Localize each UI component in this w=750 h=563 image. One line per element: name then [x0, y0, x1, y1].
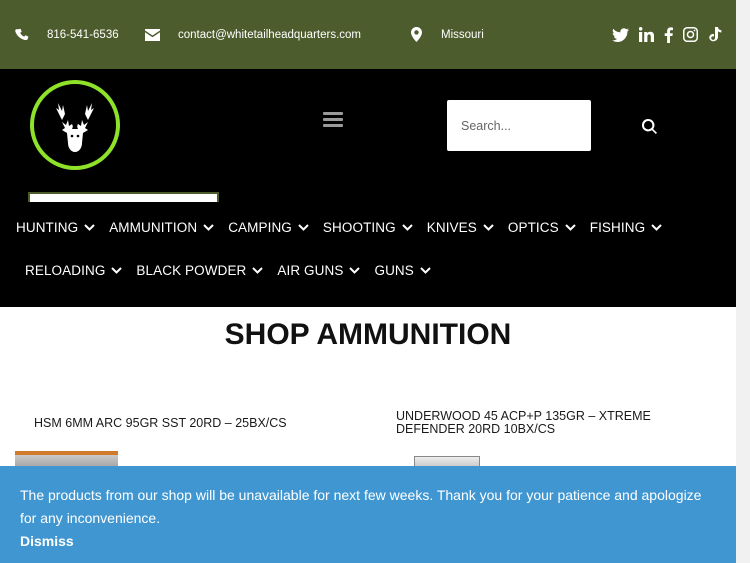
- nav-label[interactable]: GUNS: [374, 263, 413, 278]
- linkedin-icon[interactable]: [639, 27, 654, 42]
- nav-item-black-powder[interactable]: BLACK POWDER: [136, 263, 264, 278]
- twitter-icon[interactable]: [612, 27, 629, 42]
- chevron-down-icon[interactable]: [651, 224, 662, 231]
- chevron-down-icon[interactable]: [298, 224, 309, 231]
- nav-item-knives[interactable]: KNIVES: [427, 220, 494, 235]
- product-title[interactable]: UNDERWOOD 45 ACP+P 135GR – XTREME DEFEND…: [396, 410, 696, 436]
- chevron-down-icon[interactable]: [483, 224, 494, 231]
- nav-label[interactable]: RELOADING: [25, 263, 105, 278]
- instagram-icon[interactable]: [683, 27, 698, 42]
- nav-item-guns[interactable]: GUNS: [374, 263, 431, 278]
- nav-label[interactable]: AMMUNITION: [109, 220, 197, 235]
- chevron-down-icon[interactable]: [252, 267, 264, 274]
- product-title[interactable]: HSM 6MM ARC 95GR SST 20RD – 25BX/CS: [34, 417, 334, 430]
- nav-label[interactable]: OPTICS: [508, 220, 559, 235]
- hamburger-menu-icon[interactable]: [323, 112, 343, 128]
- tiktok-icon[interactable]: [708, 26, 722, 43]
- site-logo[interactable]: [30, 80, 120, 170]
- nav-label[interactable]: FISHING: [590, 220, 645, 235]
- notice-message: The products from our shop will be unava…: [20, 487, 702, 526]
- chevron-down-icon[interactable]: [402, 224, 413, 231]
- nav-item-air-guns[interactable]: AIR GUNS: [277, 263, 361, 278]
- header-divider: [28, 192, 219, 202]
- search-input[interactable]: [447, 100, 591, 151]
- nav-item-hunting[interactable]: HUNTING: [16, 220, 95, 235]
- nav-label[interactable]: KNIVES: [427, 220, 477, 235]
- scrollbar[interactable]: [736, 0, 750, 563]
- nav-label[interactable]: SHOOTING: [323, 220, 396, 235]
- top-contact-bar: 816-541-6536 contact@whitetailheadquarte…: [0, 0, 736, 69]
- nav-item-optics[interactable]: OPTICS: [508, 220, 576, 235]
- search-button[interactable]: [636, 114, 662, 138]
- site-header: HUNTING AMMUNITION CAMPING SHOOTING KNIV…: [0, 69, 736, 307]
- nav-item-camping[interactable]: CAMPING: [228, 220, 309, 235]
- nav-item-ammunition[interactable]: AMMUNITION: [109, 220, 214, 235]
- nav-label[interactable]: HUNTING: [16, 220, 78, 235]
- chevron-down-icon[interactable]: [203, 224, 214, 231]
- phone-number[interactable]: 816-541-6536: [47, 29, 119, 41]
- map-marker-icon: [411, 27, 422, 42]
- email-address[interactable]: contact@whitetailheadquarters.com: [178, 29, 361, 41]
- nav-label[interactable]: BLACK POWDER: [136, 263, 246, 278]
- nav-label[interactable]: AIR GUNS: [277, 263, 343, 278]
- social-links: [612, 0, 722, 69]
- chevron-down-icon[interactable]: [111, 267, 123, 274]
- envelope-icon: [145, 28, 160, 41]
- nav-item-shooting[interactable]: SHOOTING: [323, 220, 413, 235]
- main-nav-row-2: RELOADING BLACK POWDER AIR GUNS GUNS: [25, 263, 445, 278]
- location-contact: Missouri: [411, 0, 484, 69]
- email-contact[interactable]: contact@whitetailheadquarters.com: [145, 0, 361, 69]
- chevron-down-icon[interactable]: [349, 267, 361, 274]
- chevron-down-icon[interactable]: [420, 267, 431, 274]
- chevron-down-icon[interactable]: [565, 224, 576, 231]
- dismiss-link[interactable]: Dismiss: [20, 530, 716, 553]
- phone-icon: [15, 28, 29, 40]
- phone-contact[interactable]: 816-541-6536: [14, 0, 119, 69]
- deer-logo-icon: [35, 85, 115, 165]
- nav-item-reloading[interactable]: RELOADING: [25, 263, 123, 278]
- facebook-icon[interactable]: [664, 26, 673, 43]
- location-text: Missouri: [441, 28, 484, 41]
- search-icon: [641, 118, 657, 134]
- main-nav-row-1: HUNTING AMMUNITION CAMPING SHOOTING KNIV…: [16, 220, 676, 235]
- chevron-down-icon[interactable]: [84, 224, 95, 231]
- nav-label[interactable]: CAMPING: [228, 220, 292, 235]
- store-notice-banner: The products from our shop will be unava…: [0, 466, 736, 563]
- page-title: SHOP AMMUNITION: [224, 318, 512, 351]
- nav-item-fishing[interactable]: FISHING: [590, 220, 662, 235]
